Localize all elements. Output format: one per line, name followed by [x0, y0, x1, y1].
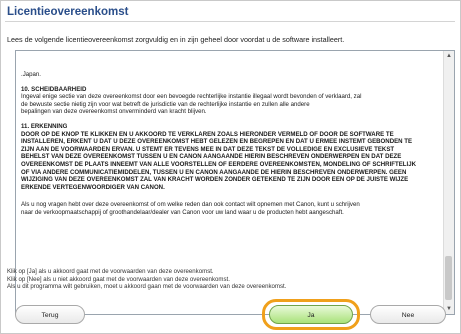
- license-line: OF VIA ANDERE COMMUNICATIEMIDDELEN, TUSS…: [21, 168, 407, 176]
- note-line: Als u dit programma wilt gebruiken, moet…: [7, 283, 287, 291]
- license-line: Ingeval enige sectie van deze overeenkom…: [21, 93, 362, 101]
- note-line: Klik op [Ja] als u akkoord gaat met de v…: [7, 268, 214, 275]
- back-button[interactable]: Terug: [15, 305, 85, 324]
- section-10-heading: 10. SCHEIDBAARHEID: [21, 85, 87, 93]
- section-11-heading: 11. ERKENNING: [21, 122, 68, 130]
- license-line: naar de verkoopmaatschappij of groothand…: [21, 208, 344, 216]
- license-line: BEHELST VAN DEZE OVEREENKOMST TUSSEN U E…: [21, 153, 402, 161]
- license-line: INSTALLEREN, ERKENT U DAT U DEZE OVEREEN…: [21, 138, 413, 146]
- license-line: .Japan.: [21, 71, 41, 78]
- license-line: WIJZIGING VAN DEZE OVEREENKOMST ZAL VAN …: [21, 176, 409, 184]
- license-line: ERKENDE VERTEGENWOORDIGER VAN CANON.: [21, 183, 165, 191]
- license-line: ZIJN AAN DE VOORWAARDEN ERVAN. U STEMT E…: [21, 145, 395, 153]
- license-line: OVEREENKOMST DE PLAATS INNEEMT VAN ALLE …: [21, 160, 416, 168]
- note-line: Klik op [Nee] als u niet akkoord gaat me…: [7, 275, 230, 283]
- license-line: DOOR OP DE KNOP TE KLIKKEN EN U AKKOORD …: [21, 130, 394, 138]
- intro-text: Lees de volgende licentieovereenkomst zo…: [7, 35, 345, 44]
- no-button[interactable]: Nee: [370, 305, 446, 324]
- scroll-up-icon[interactable]: ▲: [444, 51, 454, 61]
- license-line: de bewuste sectie nietig zijn voor wat b…: [21, 100, 310, 108]
- dialog-title: Licentieovereenkomst: [7, 6, 129, 18]
- license-line: Als u nog vragen hebt over deze overeenk…: [21, 201, 360, 209]
- title-divider: [5, 21, 455, 22]
- yes-button[interactable]: Ja: [269, 305, 353, 324]
- license-dialog: Licentieovereenkomst Lees de volgende li…: [0, 0, 461, 334]
- instruction-notes: Klik op [Ja] als u akkoord gaat met de v…: [7, 268, 447, 291]
- license-line: bepalingen van deze overeenkomst onvermi…: [21, 108, 207, 116]
